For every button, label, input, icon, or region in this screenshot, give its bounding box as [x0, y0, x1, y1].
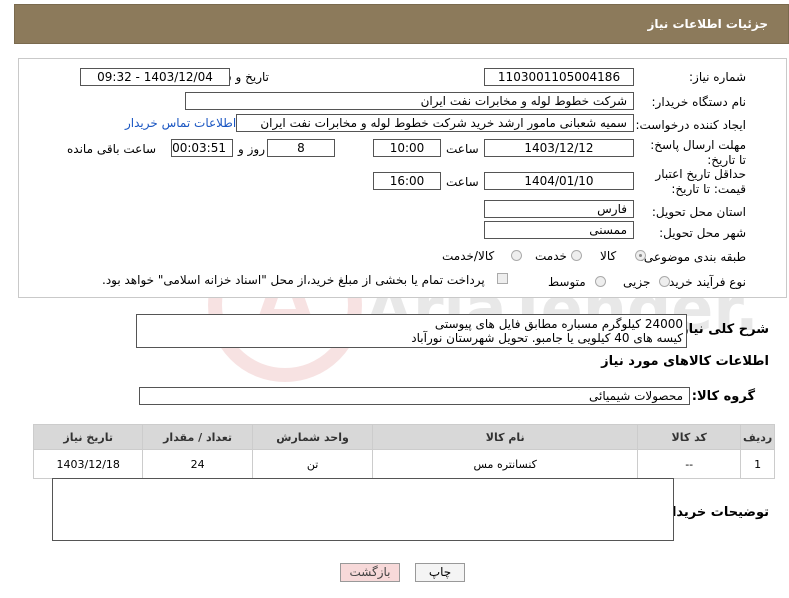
announce-field: 1403/12/04 - 09:32 [80, 68, 230, 86]
description-label: شرح کلی نیاز: [675, 322, 769, 337]
category-option-goods: کالا [600, 249, 617, 263]
cell-code: -- [637, 449, 742, 479]
buyer-notes-label: توضیحات خریدار: [659, 505, 769, 520]
table-row: 1 -- کنسانتره مس تن 24 1403/12/18 [32, 449, 775, 479]
category-radio-goods-service[interactable] [511, 250, 522, 261]
col-header-unit: واحد شمارش [251, 424, 374, 450]
page-header: جزئیات اطلاعات نیاز [14, 4, 789, 44]
requester-label: ایجاد کننده درخواست: [635, 118, 746, 132]
city-field: ممسنی [484, 221, 634, 239]
cell-name: کنسانتره مس [372, 449, 639, 479]
cell-unit: تن [251, 449, 374, 479]
validity-time-label: ساعت [446, 175, 479, 189]
process-radio-medium[interactable] [595, 276, 606, 287]
remaining-label: ساعت باقی مانده [67, 142, 157, 156]
buyer-org-label: نام دستگاه خریدار: [651, 95, 747, 109]
buyer-org-field: شرکت خطوط لوله و مخابرات نفت ایران [185, 92, 634, 110]
goods-section-title: اطلاعات کالاهای مورد نیاز [601, 354, 769, 369]
print-button[interactable]: چاپ [415, 563, 465, 582]
buyer-notes-field [52, 478, 674, 541]
goods-group-field: محصولات شیمیائی [139, 387, 690, 405]
days-label: روز و [238, 142, 265, 156]
need-number-field: 1103001105004186 [484, 68, 634, 86]
days-field: 8 [267, 139, 335, 157]
deadline-time-label: ساعت [446, 142, 479, 156]
table-header-row: ردیف کد کالا نام کالا واحد شمارش تعداد /… [32, 424, 775, 450]
col-header-date: تاریخ نیاز [32, 424, 144, 450]
deadline-time-field: 10:00 [373, 139, 441, 157]
back-button[interactable]: بازگشت [340, 563, 400, 582]
requester-field: سمیه شعبانی مامور ارشد خرید شرکت خطوط لو… [236, 114, 634, 132]
process-option-minor: جزیی [623, 275, 651, 289]
category-radio-service[interactable] [571, 250, 582, 261]
process-option-medium: متوسط [548, 275, 586, 289]
treasury-note: پرداخت تمام یا بخشی از مبلغ خرید،از محل … [102, 273, 485, 287]
province-label: استان محل تحویل: [651, 205, 746, 219]
city-label: شهر محل تحویل: [659, 226, 746, 240]
goods-group-label: گروه کالا: [691, 389, 755, 404]
need-number-label: شماره نیاز: [689, 70, 746, 84]
process-radio-minor[interactable] [659, 276, 670, 287]
description-field: 24000 کیلوگرم مسباره مطابق فایل های پیوس… [136, 314, 687, 348]
remaining-time-field: 00:03:51 [171, 139, 233, 157]
category-option-goods-service: کالا/خدمت [442, 249, 495, 263]
cell-quantity: 24 [142, 449, 253, 479]
col-header-code: کد کالا [637, 424, 742, 450]
province-field: فارس [484, 200, 634, 218]
cell-row-number: 1 [740, 449, 775, 479]
col-header-quantity: تعداد / مقدار [142, 424, 253, 450]
process-label: نوع فرآیند خرید : [661, 275, 746, 289]
deadline-label: مهلت ارسال پاسخ: تا تاریخ: [650, 138, 746, 167]
treasury-checkbox[interactable] [497, 273, 508, 284]
validity-date-field: 1404/01/10 [484, 172, 634, 190]
page-title: جزئیات اطلاعات نیاز [647, 17, 768, 31]
category-radio-goods[interactable] [635, 250, 646, 261]
contact-info-link[interactable]: اطلاعات تماس خریدار [125, 116, 236, 130]
validity-label: حداقل تاریخ اعتبار قیمت: تا تاریخ: [655, 167, 746, 196]
validity-time-field: 16:00 [373, 172, 441, 190]
description-line-1: 24000 کیلوگرم مسباره مطابق فایل های پیوس… [434, 317, 683, 331]
description-line-2: کیسه های 40 کیلویی یا جامبو. تحویل شهرست… [411, 331, 683, 345]
items-table: ردیف کد کالا نام کالا واحد شمارش تعداد /… [32, 424, 775, 479]
deadline-date-field: 1403/12/12 [484, 139, 634, 157]
category-option-service: خدمت [535, 249, 567, 263]
category-label: طبقه بندی موضوعی: [639, 250, 746, 264]
cell-date: 1403/12/18 [32, 449, 144, 479]
col-header-row-number: ردیف [740, 424, 775, 450]
col-header-name: نام کالا [372, 424, 639, 450]
